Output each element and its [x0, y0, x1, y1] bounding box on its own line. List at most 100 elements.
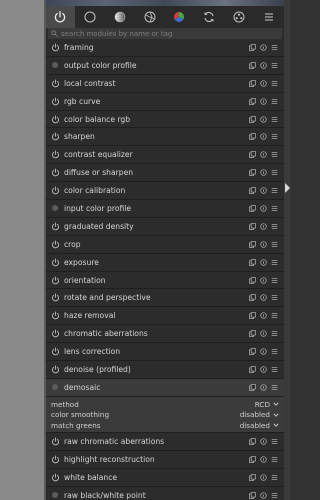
multi-instance-button[interactable]	[247, 312, 258, 320]
module-row[interactable]: framing	[46, 39, 284, 57]
reset-button[interactable]	[258, 169, 269, 176]
reset-button[interactable]	[258, 348, 269, 355]
module-power-toggle[interactable]	[46, 293, 64, 302]
reset-button[interactable]	[258, 384, 269, 391]
module-row[interactable]: rotate and perspective	[46, 289, 284, 308]
presets-button[interactable]	[269, 241, 280, 248]
multi-instance-button[interactable]	[247, 438, 258, 446]
reset-button[interactable]	[258, 474, 269, 481]
presets-button[interactable]	[269, 330, 280, 337]
module-row[interactable]: raw chromatic aberrations	[46, 433, 284, 452]
multi-instance-button[interactable]	[247, 79, 258, 87]
multi-instance-button[interactable]	[247, 97, 258, 105]
multi-instance-button[interactable]	[247, 384, 258, 391]
multi-instance-button[interactable]	[247, 330, 258, 338]
multi-instance-button[interactable]	[247, 205, 258, 212]
presets-button[interactable]	[269, 366, 280, 373]
presets-button[interactable]	[269, 169, 280, 176]
module-row[interactable]: color balance rgb	[46, 110, 284, 129]
presets-button[interactable]	[269, 151, 280, 158]
multi-instance-button[interactable]	[247, 133, 258, 141]
parameter-value[interactable]: disabled	[240, 421, 279, 430]
presets-button[interactable]	[269, 277, 280, 284]
parameter-value[interactable]: disabled	[240, 410, 279, 419]
module-row[interactable]: color calibration	[46, 182, 284, 201]
reset-button[interactable]	[258, 44, 269, 51]
tab-tone-modules[interactable]	[106, 6, 136, 28]
module-power-toggle[interactable]	[46, 150, 64, 159]
module-row[interactable]: rgb curve	[46, 92, 284, 111]
presets-button[interactable]	[269, 62, 280, 69]
module-row[interactable]: white balance	[46, 469, 284, 487]
module-power-toggle[interactable]	[46, 186, 64, 195]
tab-film-modules[interactable]	[225, 6, 255, 28]
module-power-toggle[interactable]	[46, 455, 64, 464]
parameter-value[interactable]: RCD	[255, 400, 279, 409]
reset-button[interactable]	[258, 312, 269, 319]
reset-button[interactable]	[258, 276, 269, 284]
reset-button[interactable]	[258, 133, 269, 141]
module-power-toggle[interactable]	[46, 258, 64, 267]
reset-button[interactable]	[258, 438, 269, 445]
multi-instance-button[interactable]	[247, 294, 258, 302]
multi-instance-button[interactable]	[247, 492, 258, 499]
module-row[interactable]: demosaic	[46, 378, 284, 397]
module-row[interactable]: exposure	[46, 253, 284, 272]
presets-button[interactable]	[269, 187, 280, 194]
module-row[interactable]: diffuse or sharpen	[46, 164, 284, 183]
reset-button[interactable]	[258, 456, 269, 463]
reset-button[interactable]	[258, 492, 269, 499]
presets-button[interactable]	[269, 384, 280, 391]
reset-button[interactable]	[258, 97, 269, 105]
multi-instance-button[interactable]	[247, 151, 258, 159]
module-row[interactable]: output color profile	[46, 56, 284, 75]
multi-instance-button[interactable]	[247, 115, 258, 123]
module-row[interactable]: orientation	[46, 271, 284, 290]
presets-button[interactable]	[269, 223, 280, 230]
multi-instance-button[interactable]	[247, 240, 258, 248]
reset-button[interactable]	[258, 241, 269, 248]
module-power-toggle[interactable]	[46, 43, 64, 52]
module-power-toggle[interactable]	[46, 437, 64, 446]
reset-button[interactable]	[258, 205, 269, 212]
module-row[interactable]: contrast equalizer	[46, 146, 284, 165]
module-row[interactable]: highlight reconstruction	[46, 451, 284, 470]
presets-button[interactable]	[269, 294, 280, 301]
reset-button[interactable]	[258, 294, 269, 302]
tab-effects-modules[interactable]	[195, 6, 225, 28]
module-power-toggle[interactable]	[46, 275, 64, 285]
module-power-toggle[interactable]	[46, 329, 64, 338]
presets-button[interactable]	[269, 474, 280, 481]
module-power-toggle[interactable]	[46, 240, 64, 249]
multi-instance-button[interactable]	[247, 456, 258, 463]
tab-correct-modules[interactable]	[135, 6, 165, 28]
reset-button[interactable]	[258, 187, 269, 194]
module-power-toggle[interactable]	[46, 97, 64, 106]
module-power-toggle[interactable]	[46, 311, 64, 320]
tab-color-modules[interactable]	[165, 6, 195, 28]
multi-instance-button[interactable]	[247, 348, 258, 355]
presets-button[interactable]	[269, 438, 280, 445]
module-power-toggle[interactable]	[46, 132, 64, 141]
tab-active-modules[interactable]	[46, 6, 76, 28]
presets-button[interactable]	[269, 456, 280, 463]
reset-button[interactable]	[258, 62, 269, 69]
presets-button[interactable]	[269, 312, 280, 319]
module-power-toggle[interactable]	[46, 168, 64, 177]
module-row[interactable]: denoise (profiled)	[46, 361, 284, 379]
reset-button[interactable]	[258, 258, 269, 266]
module-row[interactable]: raw black/white point	[46, 486, 284, 500]
module-row[interactable]: haze removal	[46, 307, 284, 326]
presets-button[interactable]	[269, 348, 280, 355]
module-power-toggle[interactable]	[46, 114, 64, 124]
presets-button[interactable]	[269, 98, 280, 105]
module-row[interactable]: lens correction	[46, 343, 284, 362]
search-input[interactable]	[61, 28, 271, 39]
multi-instance-button[interactable]	[247, 62, 258, 69]
tab-presets-menu[interactable]	[254, 6, 284, 28]
module-power-toggle[interactable]	[46, 365, 64, 374]
reset-button[interactable]	[258, 115, 269, 123]
presets-button[interactable]	[269, 492, 280, 499]
multi-instance-button[interactable]	[247, 223, 258, 230]
multi-instance-button[interactable]	[247, 187, 258, 194]
